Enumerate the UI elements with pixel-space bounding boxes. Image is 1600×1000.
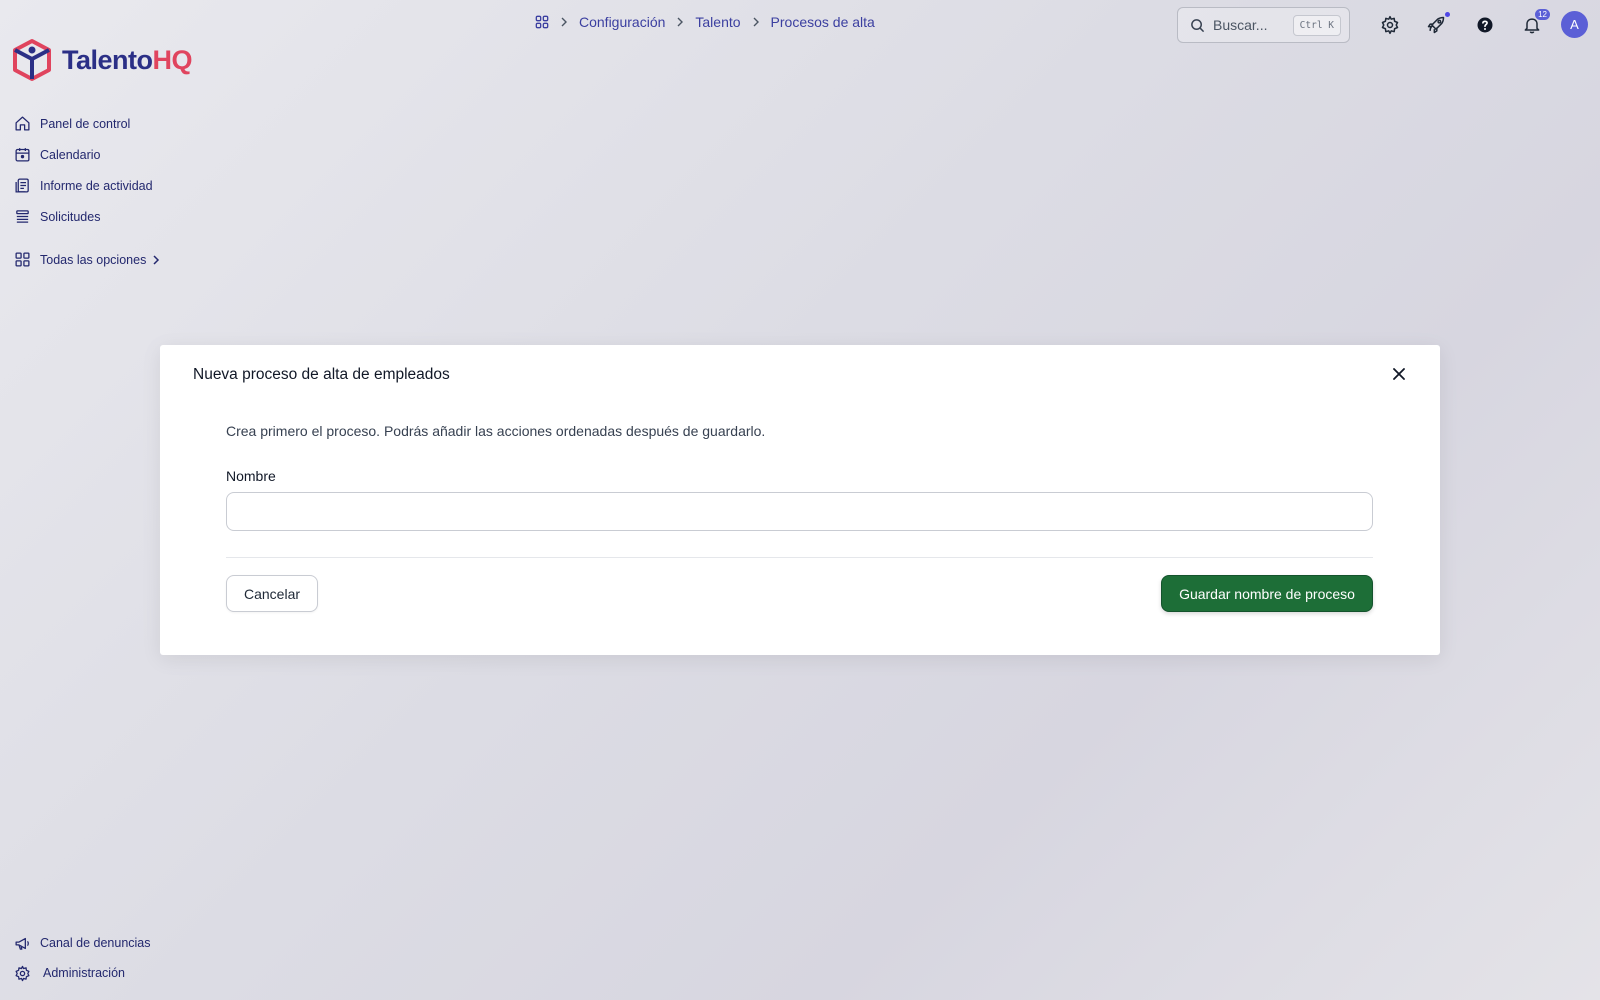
save-process-name-button[interactable]: Guardar nombre de proceso	[1161, 575, 1373, 612]
settings-button[interactable]	[1378, 13, 1402, 37]
sidebar-nav: Panel de control Calendario Informe de a…	[14, 108, 161, 275]
new-process-dialog: Nueva proceso de alta de empleados Crea …	[160, 345, 1440, 655]
sidebar-item-panel[interactable]: Panel de control	[14, 108, 161, 139]
sidebar-item-solicitudes[interactable]: Solicitudes	[14, 201, 161, 232]
dialog-description: Crea primero el proceso. Podrás añadir l…	[226, 423, 766, 439]
dialog-divider	[226, 557, 1373, 558]
dialog-title: Nueva proceso de alta de empleados	[193, 366, 450, 383]
breadcrumb-item-talento[interactable]: Talento	[695, 14, 740, 30]
name-field[interactable]	[226, 492, 1373, 531]
sidebar-item-label: Informe de actividad	[40, 178, 153, 193]
sidebar-item-administracion[interactable]: Administración	[14, 958, 151, 988]
breadcrumb-item-procesos-alta[interactable]: Procesos de alta	[771, 14, 875, 30]
help-icon	[1477, 17, 1493, 33]
megaphone-icon	[15, 937, 29, 950]
rocket-notification-dot	[1445, 12, 1450, 17]
sidebar-item-label: Solicitudes	[40, 209, 101, 224]
grid-icon	[15, 252, 30, 267]
sidebar-item-label: Canal de denuncias	[40, 936, 151, 950]
sidebar-item-label: Todas las opciones	[40, 252, 147, 267]
rocket-button[interactable]	[1424, 12, 1450, 37]
sidebar-item-label: Administración	[43, 966, 125, 980]
search-shortcut: Ctrl K	[1292, 14, 1341, 36]
search-box[interactable]: Buscar... Ctrl K	[1177, 7, 1350, 43]
sidebar-item-canal-denuncias[interactable]: Canal de denuncias	[14, 928, 151, 958]
chevron-right-icon	[153, 254, 160, 265]
app-logo[interactable]: TalentoHQ	[12, 38, 192, 82]
sidebar-bottom-nav: Canal de denuncias Administración	[14, 928, 151, 988]
gear-icon	[15, 965, 30, 981]
logo-text-part1: Talento	[62, 44, 153, 75]
list-icon	[16, 210, 29, 223]
sidebar-item-label: Panel de control	[40, 116, 131, 131]
notifications-button[interactable]: 12	[1520, 9, 1550, 37]
sidebar-item-calendario[interactable]: Calendario	[14, 139, 161, 170]
home-icon	[15, 116, 30, 131]
logo-text: TalentoHQ	[62, 45, 192, 76]
sidebar-item-label: Calendario	[40, 147, 101, 162]
cancel-button[interactable]: Cancelar	[226, 575, 318, 612]
apps-grid-icon[interactable]	[535, 15, 549, 29]
breadcrumb: Configuración Talento Procesos de alta	[535, 14, 875, 30]
calendar-icon	[15, 148, 30, 162]
chevron-right-icon	[753, 17, 759, 27]
report-icon	[15, 178, 29, 193]
name-field-label: Nombre	[226, 468, 276, 484]
rocket-icon	[1427, 16, 1445, 34]
logo-cube-icon	[13, 39, 51, 81]
avatar[interactable]: A	[1561, 11, 1588, 38]
chevron-right-icon	[561, 17, 567, 27]
gear-icon	[1381, 15, 1399, 35]
sidebar-item-informe[interactable]: Informe de actividad	[14, 170, 161, 201]
close-icon[interactable]	[1390, 365, 1408, 383]
help-button[interactable]	[1473, 13, 1497, 37]
notifications-badge: 12	[1535, 9, 1550, 20]
search-icon	[1191, 18, 1205, 32]
logo-text-part2: HQ	[152, 44, 193, 75]
chevron-right-icon	[677, 17, 684, 27]
sidebar-item-all-options[interactable]: Todas las opciones	[14, 244, 161, 275]
search-placeholder: Buscar...	[1213, 17, 1268, 33]
breadcrumb-item-configuracion[interactable]: Configuración	[579, 14, 665, 30]
